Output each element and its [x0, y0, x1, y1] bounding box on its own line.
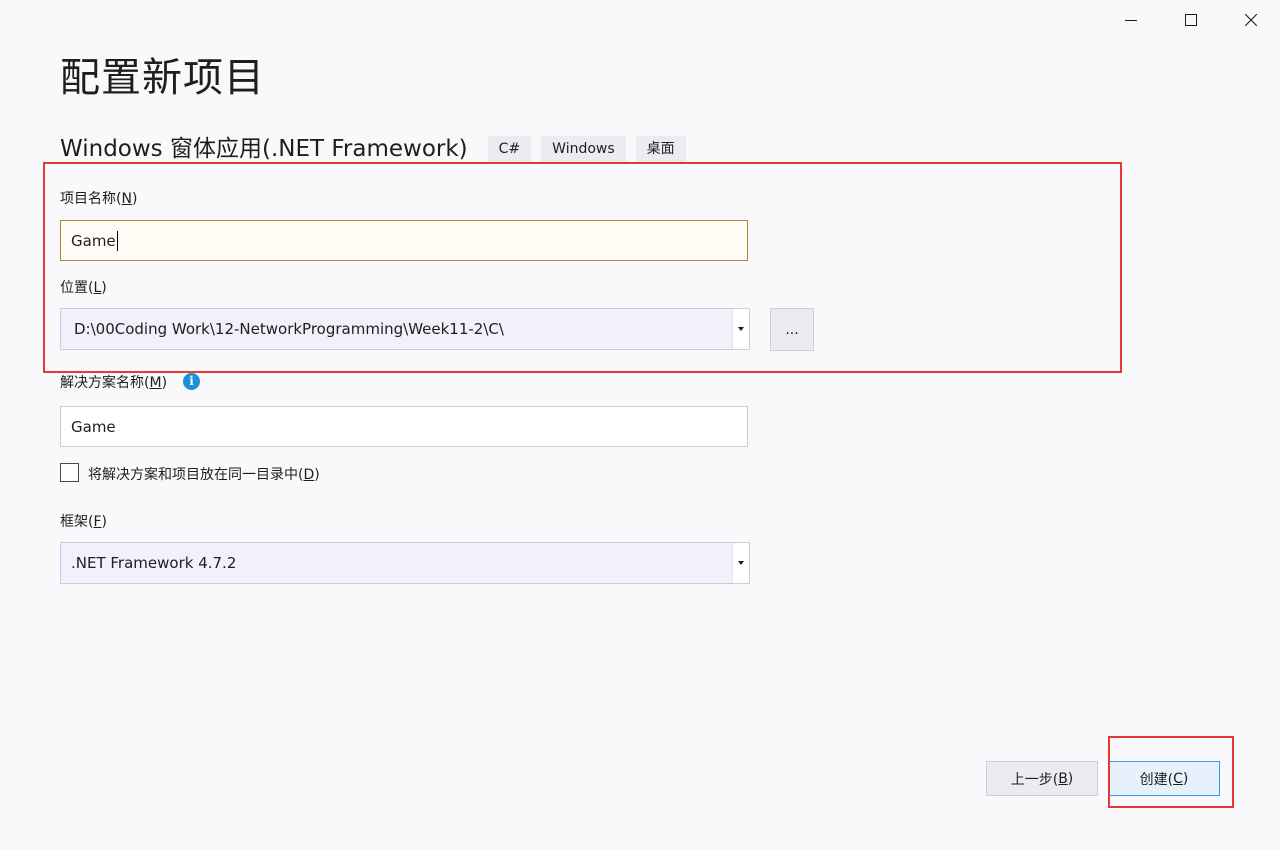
chevron-down-icon	[738, 327, 744, 331]
solution-name-value: Game	[71, 417, 116, 436]
chevron-down-icon	[738, 561, 744, 565]
text-caret	[116, 230, 118, 251]
solution-name-label: 解决方案名称(M)	[60, 375, 168, 391]
framework-label: 框架(F)	[60, 514, 107, 530]
tag-project-type: 桌面	[635, 136, 686, 164]
framework-value: .NET Framework 4.7.2	[71, 554, 237, 572]
maximize-icon	[1185, 14, 1197, 26]
info-icon[interactable]: i	[183, 373, 200, 390]
project-name-label: 项目名称(N)	[60, 191, 138, 207]
location-label: 位置(L)	[60, 280, 107, 296]
tag-language: C#	[487, 136, 532, 164]
close-icon	[1245, 14, 1257, 26]
solution-name-input[interactable]: Game	[60, 406, 748, 447]
location-value: D:\00Coding Work\12-NetworkProgramming\W…	[74, 320, 504, 338]
template-info: Windows 窗体应用(.NET Framework) C# Windows …	[60, 132, 686, 166]
close-button[interactable]	[1228, 4, 1274, 36]
create-button[interactable]: 创建(C)	[1108, 761, 1220, 796]
location-combobox[interactable]: D:\00Coding Work\12-NetworkProgramming\W…	[60, 308, 750, 350]
minimize-button[interactable]	[1108, 4, 1154, 36]
project-name-input[interactable]: Game	[60, 220, 748, 261]
framework-combobox[interactable]: .NET Framework 4.7.2	[60, 542, 750, 584]
template-name: Windows 窗体应用(.NET Framework)	[60, 136, 468, 162]
same-directory-checkbox[interactable]	[60, 463, 79, 482]
back-button[interactable]: 上一步(B)	[986, 761, 1098, 796]
same-directory-label[interactable]: 将解决方案和项目放在同一目录中(D)	[88, 465, 320, 485]
tag-platform: Windows	[541, 136, 626, 164]
minimize-icon	[1125, 20, 1137, 21]
maximize-button[interactable]	[1168, 4, 1214, 36]
location-dropdown-button[interactable]	[732, 309, 749, 349]
project-name-value: Game	[71, 231, 116, 250]
page-title: 配置新项目	[60, 55, 265, 101]
configure-project-window: 配置新项目 Windows 窗体应用(.NET Framework) C# Wi…	[0, 0, 1280, 850]
browse-button[interactable]: ...	[770, 308, 814, 351]
framework-dropdown-button[interactable]	[732, 543, 749, 583]
